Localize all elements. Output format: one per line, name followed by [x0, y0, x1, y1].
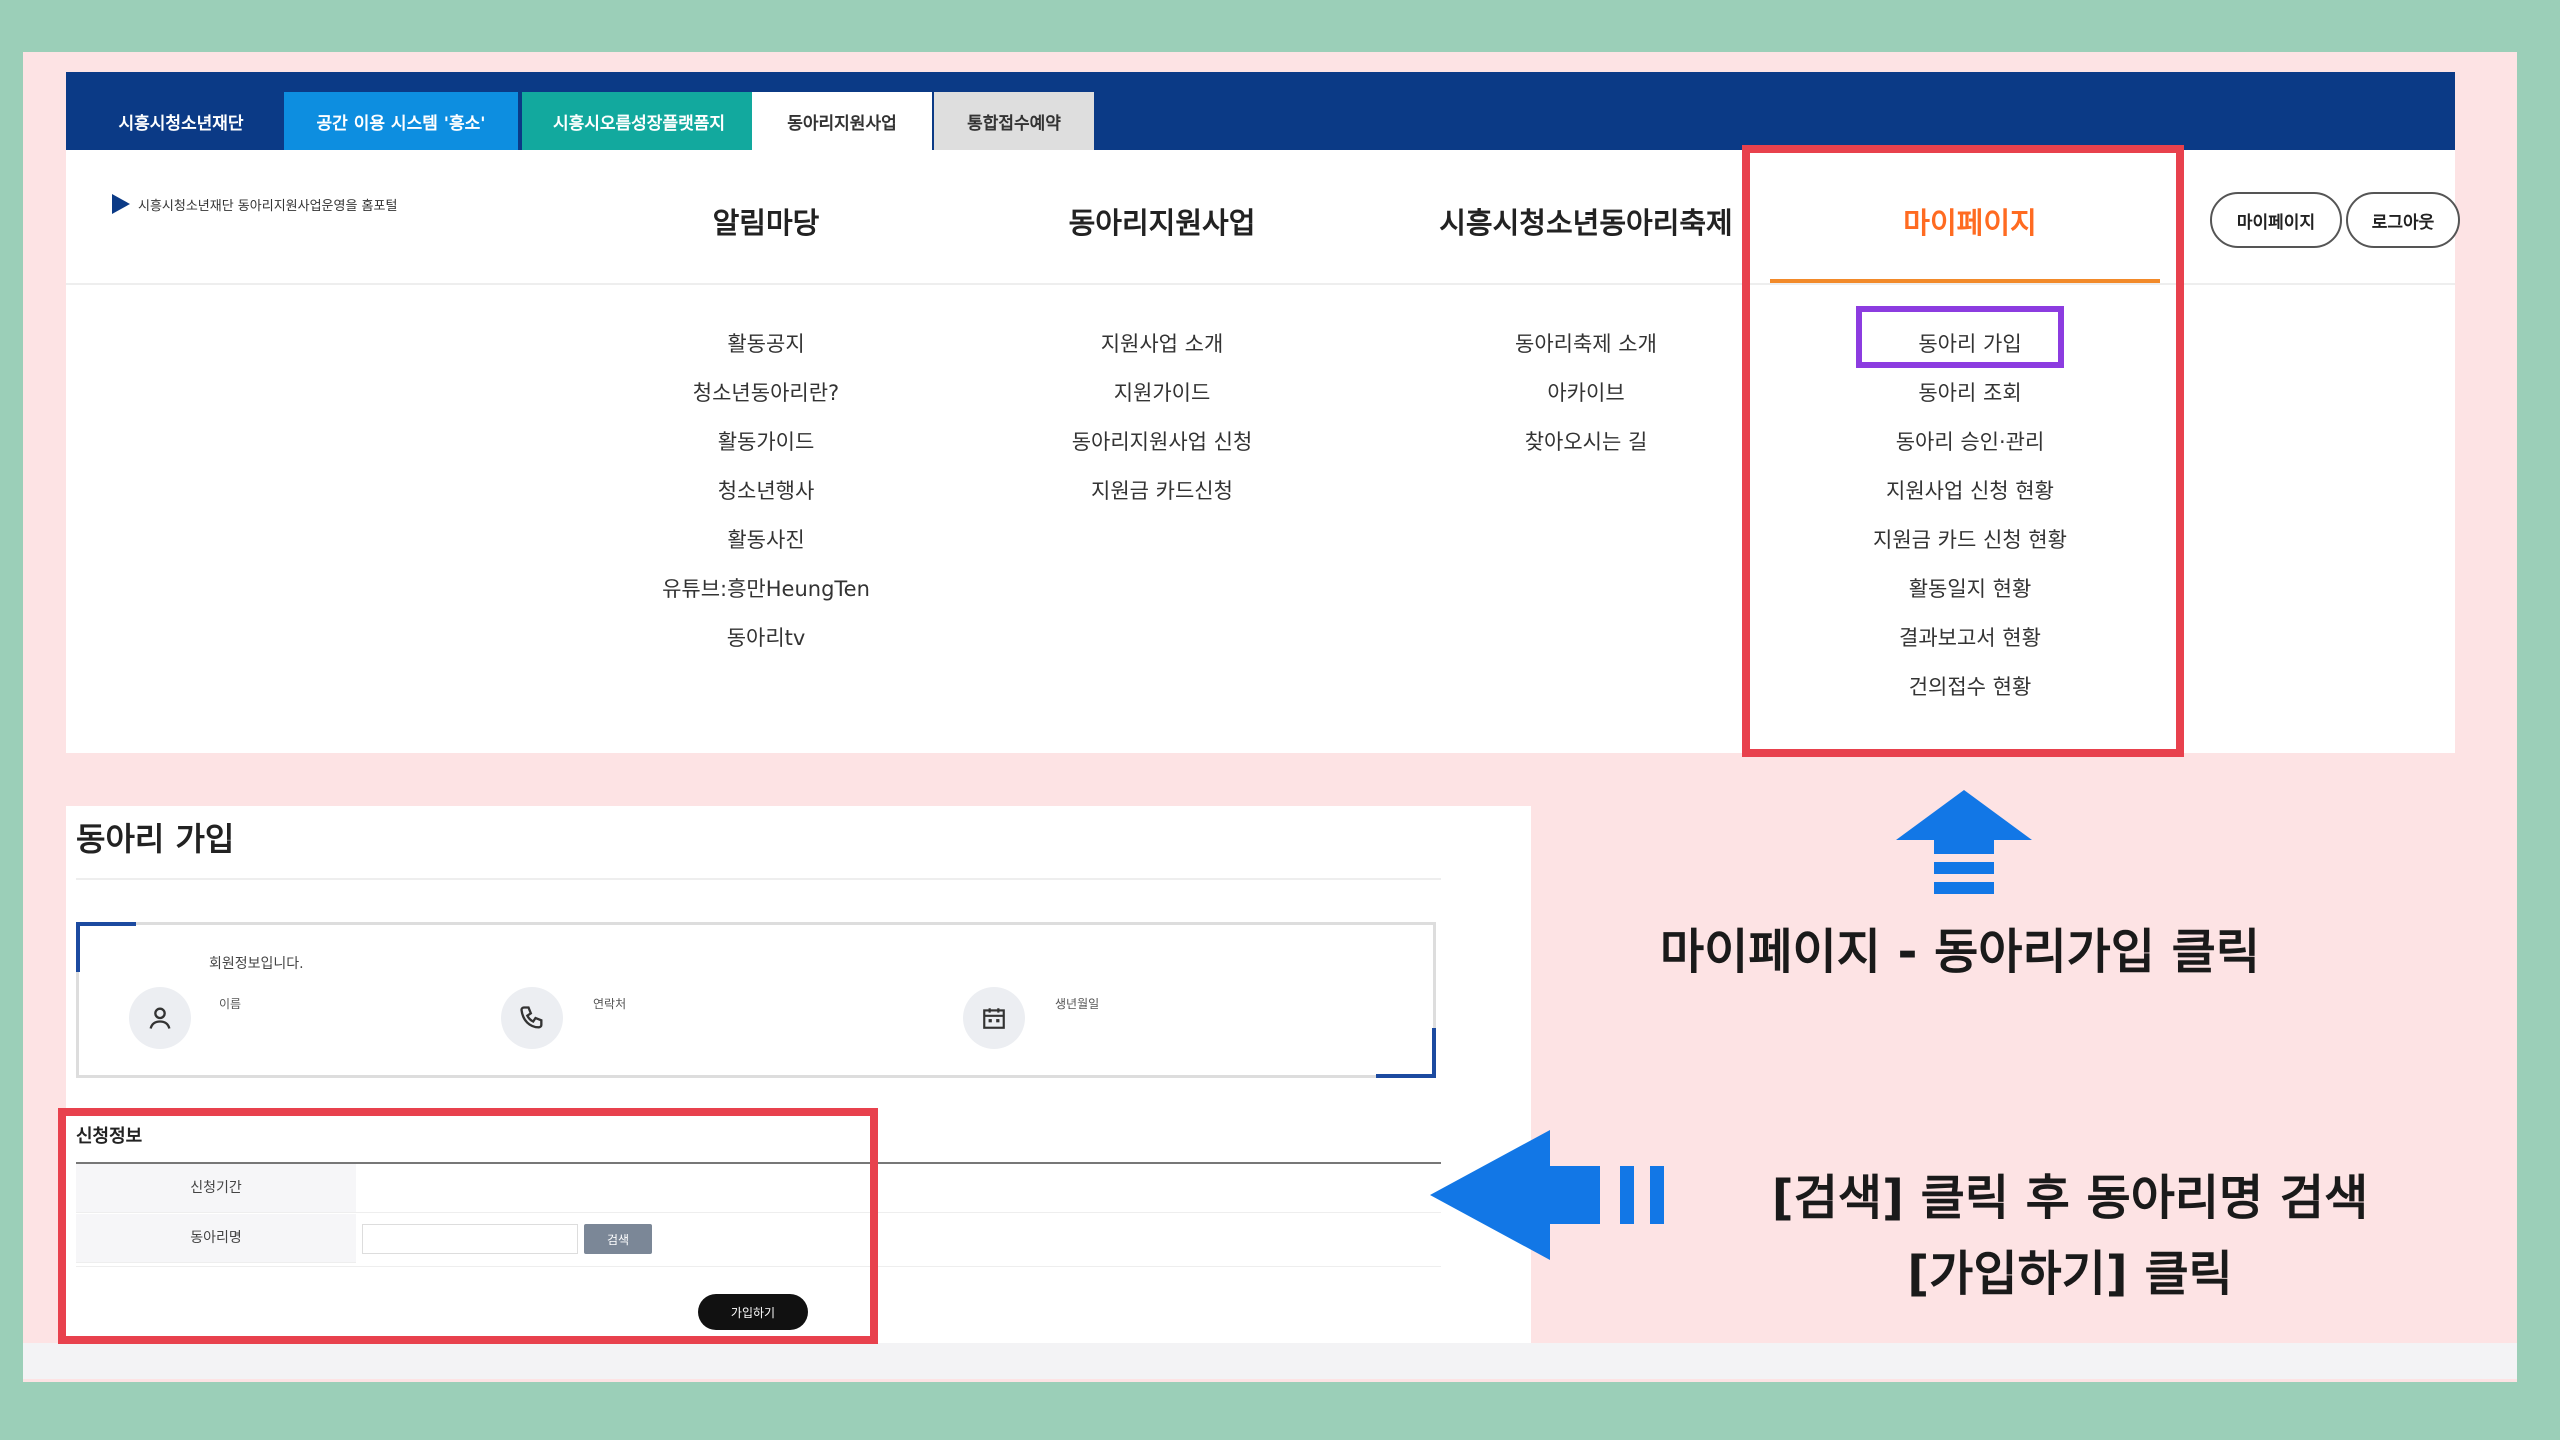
submenu-club-support: 지원사업 소개 지원가이드 동아리지원사업 신청 지원금 카드신청 — [992, 320, 1332, 516]
top-tab-space-system[interactable]: 공간 이용 시스템 '흥소' — [284, 92, 518, 150]
apply-info-highlight-frame — [58, 1108, 878, 1344]
form-title-rule — [76, 878, 1441, 880]
member-info-caption: 회원정보입니다. — [209, 956, 304, 972]
top-tab-growth-platform[interactable]: 시흥시오름성장플랫폼지 — [522, 92, 756, 150]
submenu-item[interactable]: 동아리tv — [596, 614, 936, 663]
logo-play-icon — [112, 194, 130, 214]
nav-club-festival[interactable]: 시흥시청소년동아리축제 — [1366, 200, 1806, 242]
top-tab-club-support[interactable]: 동아리지원사업 — [752, 92, 932, 150]
top-tab-reservation[interactable]: 통합접수예약 — [934, 92, 1094, 150]
calendar-icon — [963, 987, 1025, 1049]
top-bar: 시흥시청소년재단 공간 이용 시스템 '흥소' 시흥시오름성장플랫폼지 동아리지… — [66, 72, 2455, 150]
submenu-item[interactable]: 지원가이드 — [992, 369, 1332, 418]
submenu-item[interactable]: 활동가이드 — [596, 418, 936, 467]
form-title: 동아리 가입 — [76, 820, 235, 858]
submenu-item[interactable]: 지원금 카드신청 — [992, 467, 1332, 516]
submenu-item[interactable]: 청소년동아리란? — [596, 369, 936, 418]
submenu-festival: 동아리축제 소개 아카이브 찾아오시는 길 — [1416, 320, 1756, 467]
name-label: 이름 — [219, 997, 242, 1011]
user-icon — [129, 987, 191, 1049]
mypage-button[interactable]: 마이페이지 — [2210, 192, 2342, 248]
nav-club-support[interactable]: 동아리지원사업 — [992, 200, 1332, 242]
phone-label: 연락처 — [593, 997, 627, 1011]
left-arrow-icon — [1430, 1130, 1664, 1260]
submenu-item[interactable]: 청소년행사 — [596, 467, 936, 516]
submenu-item[interactable]: 유튜브:흥만HeungTen — [596, 565, 936, 614]
birth-label: 생년월일 — [1055, 997, 1100, 1011]
annotation-caption-search-join: [검색] 클릭 후 동아리명 검색 [가입하기] 클릭 — [1720, 1160, 2420, 1312]
submenu-item[interactable]: 아카이브 — [1416, 369, 1756, 418]
submenu-item[interactable]: 지원사업 소개 — [992, 320, 1332, 369]
club-join-highlight-frame — [1856, 306, 2064, 368]
top-tab-foundation[interactable]: 시흥시청소년재단 — [82, 92, 280, 150]
annotation-caption-mypage: 마이페이지 - 동아리가입 클릭 — [1660, 924, 2260, 980]
submenu-item[interactable]: 동아리축제 소개 — [1416, 320, 1756, 369]
logout-button[interactable]: 로그아웃 — [2346, 192, 2460, 248]
caption2-line1: [검색] 클릭 후 동아리명 검색 — [1771, 1170, 2369, 1226]
member-info-box: 회원정보입니다. 이름 연락처 생년월일 — [76, 922, 1436, 1078]
nav-notice[interactable]: 알림마당 — [636, 200, 896, 242]
up-arrow-icon — [1896, 790, 2032, 894]
logo-text: 시흥시청소년재단 동아리지원사업운영을 홈포털 — [138, 198, 398, 214]
caption2-line2: [가입하기] 클릭 — [1907, 1246, 2233, 1302]
bottom-strip — [23, 1343, 2517, 1379]
submenu-item[interactable]: 찾아오시는 길 — [1416, 418, 1756, 467]
mypage-highlight-frame — [1742, 145, 2184, 757]
submenu-notice: 활동공지 청소년동아리란? 활동가이드 청소년행사 활동사진 유튜브:흥만Heu… — [596, 320, 936, 663]
phone-icon — [501, 987, 563, 1049]
site-logo[interactable]: 시흥시청소년재단 동아리지원사업운영을 홈포털 — [112, 194, 397, 214]
submenu-item[interactable]: 활동공지 — [596, 320, 936, 369]
corner-accent — [76, 922, 136, 972]
corner-accent — [1376, 1028, 1436, 1078]
submenu-item[interactable]: 활동사진 — [596, 516, 936, 565]
submenu-item[interactable]: 동아리지원사업 신청 — [992, 418, 1332, 467]
